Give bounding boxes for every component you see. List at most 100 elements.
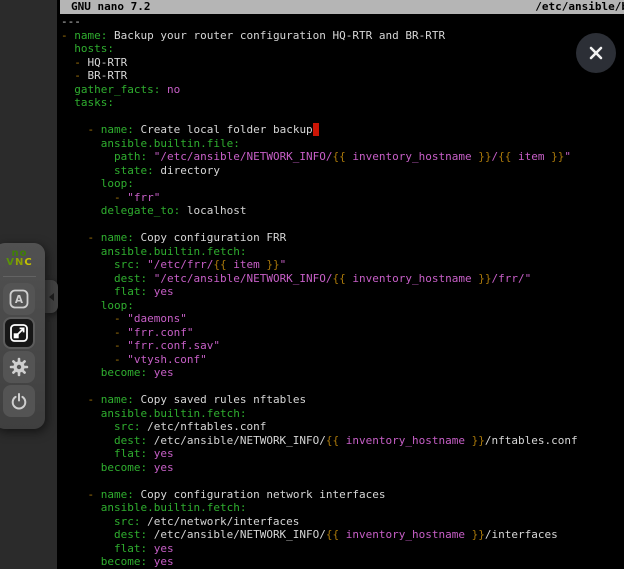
editor-line: loop: [61,299,624,313]
code-segment: gather_facts: [74,83,160,96]
code-segment [61,96,74,109]
editor-line: ansible.builtin.file: [61,137,624,151]
code-segment: name: [101,393,134,406]
code-segment: path: [114,150,147,163]
terminal[interactable]: GNU nano 7.2 /etc/ansible/b ---- name: B… [57,0,624,569]
editor-line: flat: yes [61,285,624,299]
code-segment [61,42,74,55]
code-segment: "vtysh.conf" [127,353,206,366]
code-segment: /frr/" [492,272,532,285]
editor-line: src: /etc/network/interfaces [61,515,624,529]
code-segment: src: [114,420,141,433]
code-segment: " [564,150,571,163]
code-segment: become: [101,461,147,474]
code-segment: }} [472,528,485,541]
code-segment: - [88,123,101,136]
editor-line: dest: /etc/ansible/NETWORK_INFO/{{ inven… [61,528,624,542]
code-segment: }} [478,272,491,285]
code-segment [61,326,114,339]
code-segment: - [61,29,74,42]
keyboard-button[interactable]: A [3,283,35,315]
code-segment: " [280,258,287,271]
power-icon [9,391,29,411]
code-segment [61,191,114,204]
code-segment: name: [74,29,107,42]
editor-line: --- [61,15,624,29]
code-segment: "/etc/ansible/NETWORK_INFO/ [154,272,333,285]
code-segment: name: [101,488,134,501]
code-segment: dest: [114,272,147,285]
gear-icon [9,357,29,377]
code-segment: dest: [114,434,147,447]
code-segment: {{ [333,272,346,285]
code-segment: Copy saved rules nftables [134,393,306,406]
control-bar-handle[interactable] [45,280,58,313]
code-segment: /etc/nftables.conf [140,420,266,433]
code-segment [61,123,88,136]
code-segment: }} [478,150,491,163]
code-segment: inventory_hostname [346,150,478,163]
code-segment [61,258,114,271]
code-segment [61,528,114,541]
code-segment: ansible.builtin.file: [101,137,240,150]
code-segment: become: [101,366,147,379]
code-segment: - [114,312,127,325]
code-segment: item [511,150,551,163]
code-segment [61,393,88,406]
code-segment [147,447,154,460]
code-segment [61,245,101,258]
editor-content[interactable]: ---- name: Backup your router configurat… [61,15,624,569]
editor-line: src: "/etc/frr/{{ item }}" [61,258,624,272]
code-segment: HQ-RTR [88,56,128,69]
code-segment: Backup your router configuration HQ-RTR … [107,29,445,42]
code-segment [61,312,114,325]
code-segment: - [88,231,101,244]
code-segment: yes [154,447,174,460]
code-segment: ansible.builtin.fetch: [101,501,247,514]
code-segment: inventory_hostname [346,272,478,285]
code-segment: dest: [114,528,147,541]
close-button[interactable] [576,33,616,73]
code-segment: delegate_to: [101,204,180,217]
editor-line [61,474,624,488]
code-segment [61,461,101,474]
settings-button[interactable] [3,351,35,383]
code-segment: flat: [114,447,147,460]
code-segment [61,299,101,312]
code-segment [61,56,74,69]
code-segment: BR-RTR [88,69,128,82]
code-segment [61,447,114,460]
code-segment: /etc/ansible/NETWORK_INFO/ [147,528,326,541]
code-segment: "daemons" [127,312,187,325]
code-segment [61,83,74,96]
editor-line: become: yes [61,461,624,475]
code-segment [147,555,154,568]
code-segment: item [227,258,267,271]
code-segment: flat: [114,285,147,298]
code-segment [61,501,101,514]
x-icon [587,44,605,62]
fullscreen-button[interactable] [3,317,35,349]
code-segment: - [88,488,101,501]
editor-line: loop: [61,177,624,191]
editor-line: dest: /etc/ansible/NETWORK_INFO/{{ inven… [61,434,624,448]
code-segment [147,272,154,285]
code-segment: loop: [101,299,134,312]
code-segment [61,164,114,177]
code-segment: become: [101,555,147,568]
power-button[interactable] [3,385,35,417]
code-segment: state: [114,164,154,177]
code-segment: hosts: [74,42,114,55]
editor-line: ansible.builtin.fetch: [61,407,624,421]
keyboard-a-icon: A [9,289,29,309]
code-segment: yes [154,542,174,555]
code-segment [61,204,101,217]
editor-line: become: yes [61,366,624,380]
code-segment: "frr" [127,191,160,204]
code-segment: name: [101,123,134,136]
code-segment: --- [61,15,81,28]
code-segment [147,366,154,379]
editor-line: become: yes [61,555,624,569]
editor-line: src: /etc/nftables.conf [61,420,624,434]
code-segment: - [114,326,127,339]
